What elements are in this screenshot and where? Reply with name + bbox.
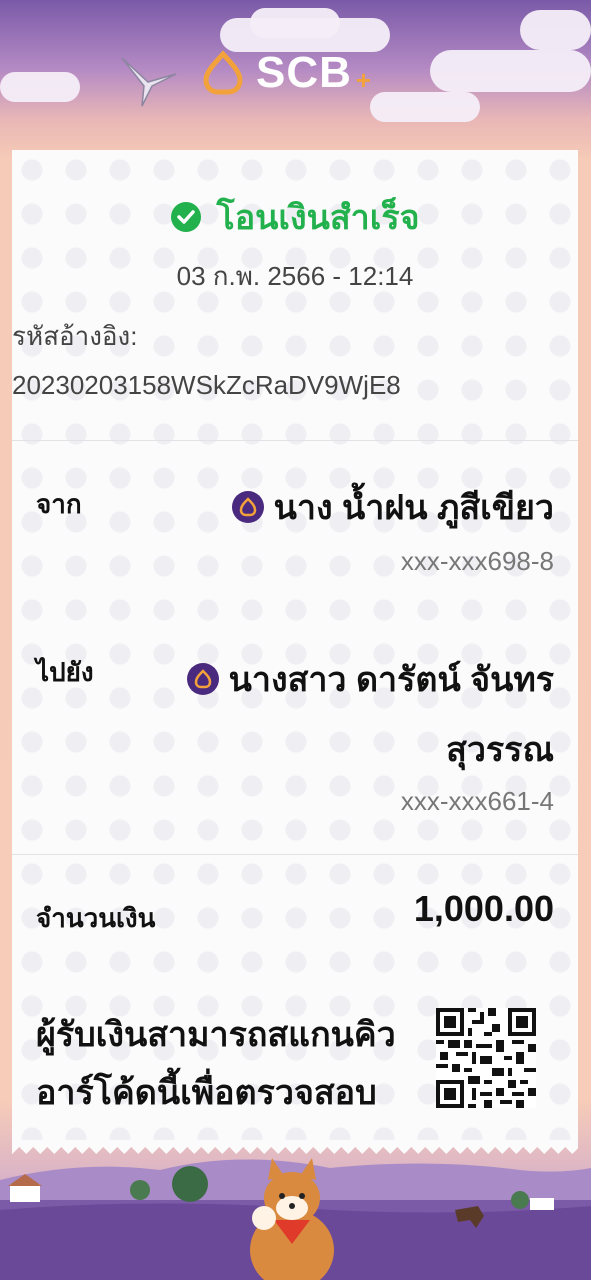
status-row: โอนเงินสำเร็จ bbox=[12, 190, 578, 244]
check-circle-icon bbox=[171, 202, 202, 232]
from-name-row: นาง น้ำฝน ภูสีเขียว bbox=[231, 480, 554, 534]
from-name: นาง น้ำฝน ภูสีเขียว bbox=[273, 489, 554, 527]
from-label: จาก bbox=[36, 489, 82, 519]
scb-logo: SCB + bbox=[200, 48, 371, 98]
to-name-line1: นางสาว ดารัตน์ จันทร bbox=[228, 661, 554, 699]
header-banner: SCB + bbox=[0, 0, 591, 145]
bird-icon bbox=[121, 57, 177, 107]
amount-value: 1,000.00 bbox=[413, 888, 554, 929]
scb-bank-icon bbox=[186, 663, 219, 695]
reference-label: รหัสอ้างอิง: bbox=[12, 321, 138, 351]
to-label: ไปยัง bbox=[36, 657, 94, 687]
brand-name: SCB bbox=[256, 48, 352, 97]
reference-value: 20230203158WSkZcRaDV9WjE8 bbox=[12, 370, 401, 400]
transfer-slip: โอนเงินสำเร็จ 03 ก.พ. 2566 - 12:14 รหัสอ… bbox=[12, 150, 578, 1154]
divider bbox=[12, 854, 578, 855]
brand-plus: + bbox=[355, 64, 372, 95]
qr-code[interactable] bbox=[436, 1008, 536, 1108]
verify-line2: อาร์โค้ดนี้เพื่อตรวจสอบ bbox=[36, 1074, 377, 1112]
to-account: xxx-xxx661-4 bbox=[400, 786, 554, 816]
divider bbox=[12, 440, 578, 441]
amount-label: จำนวนเงิน bbox=[36, 903, 156, 933]
verify-text: ผู้รับเงินสามารถสแกนคิว อาร์โค้ดนี้เพื่อ… bbox=[36, 1006, 416, 1122]
scb-logo-icon bbox=[203, 50, 243, 95]
status-text: โอนเงินสำเร็จ bbox=[216, 199, 420, 237]
to-name-line2: สุวรรณ bbox=[446, 731, 554, 769]
transaction-datetime: 03 ก.พ. 2566 - 12:14 bbox=[176, 261, 414, 291]
scb-bank-icon bbox=[231, 491, 264, 523]
from-account: xxx-xxx698-8 bbox=[400, 546, 554, 576]
landscape-illustration bbox=[0, 1158, 591, 1280]
verify-line1: ผู้รับเงินสามารถสแกนคิว bbox=[36, 1016, 396, 1054]
to-name-row: นางสาว ดารัตน์ จันทร bbox=[186, 652, 554, 706]
